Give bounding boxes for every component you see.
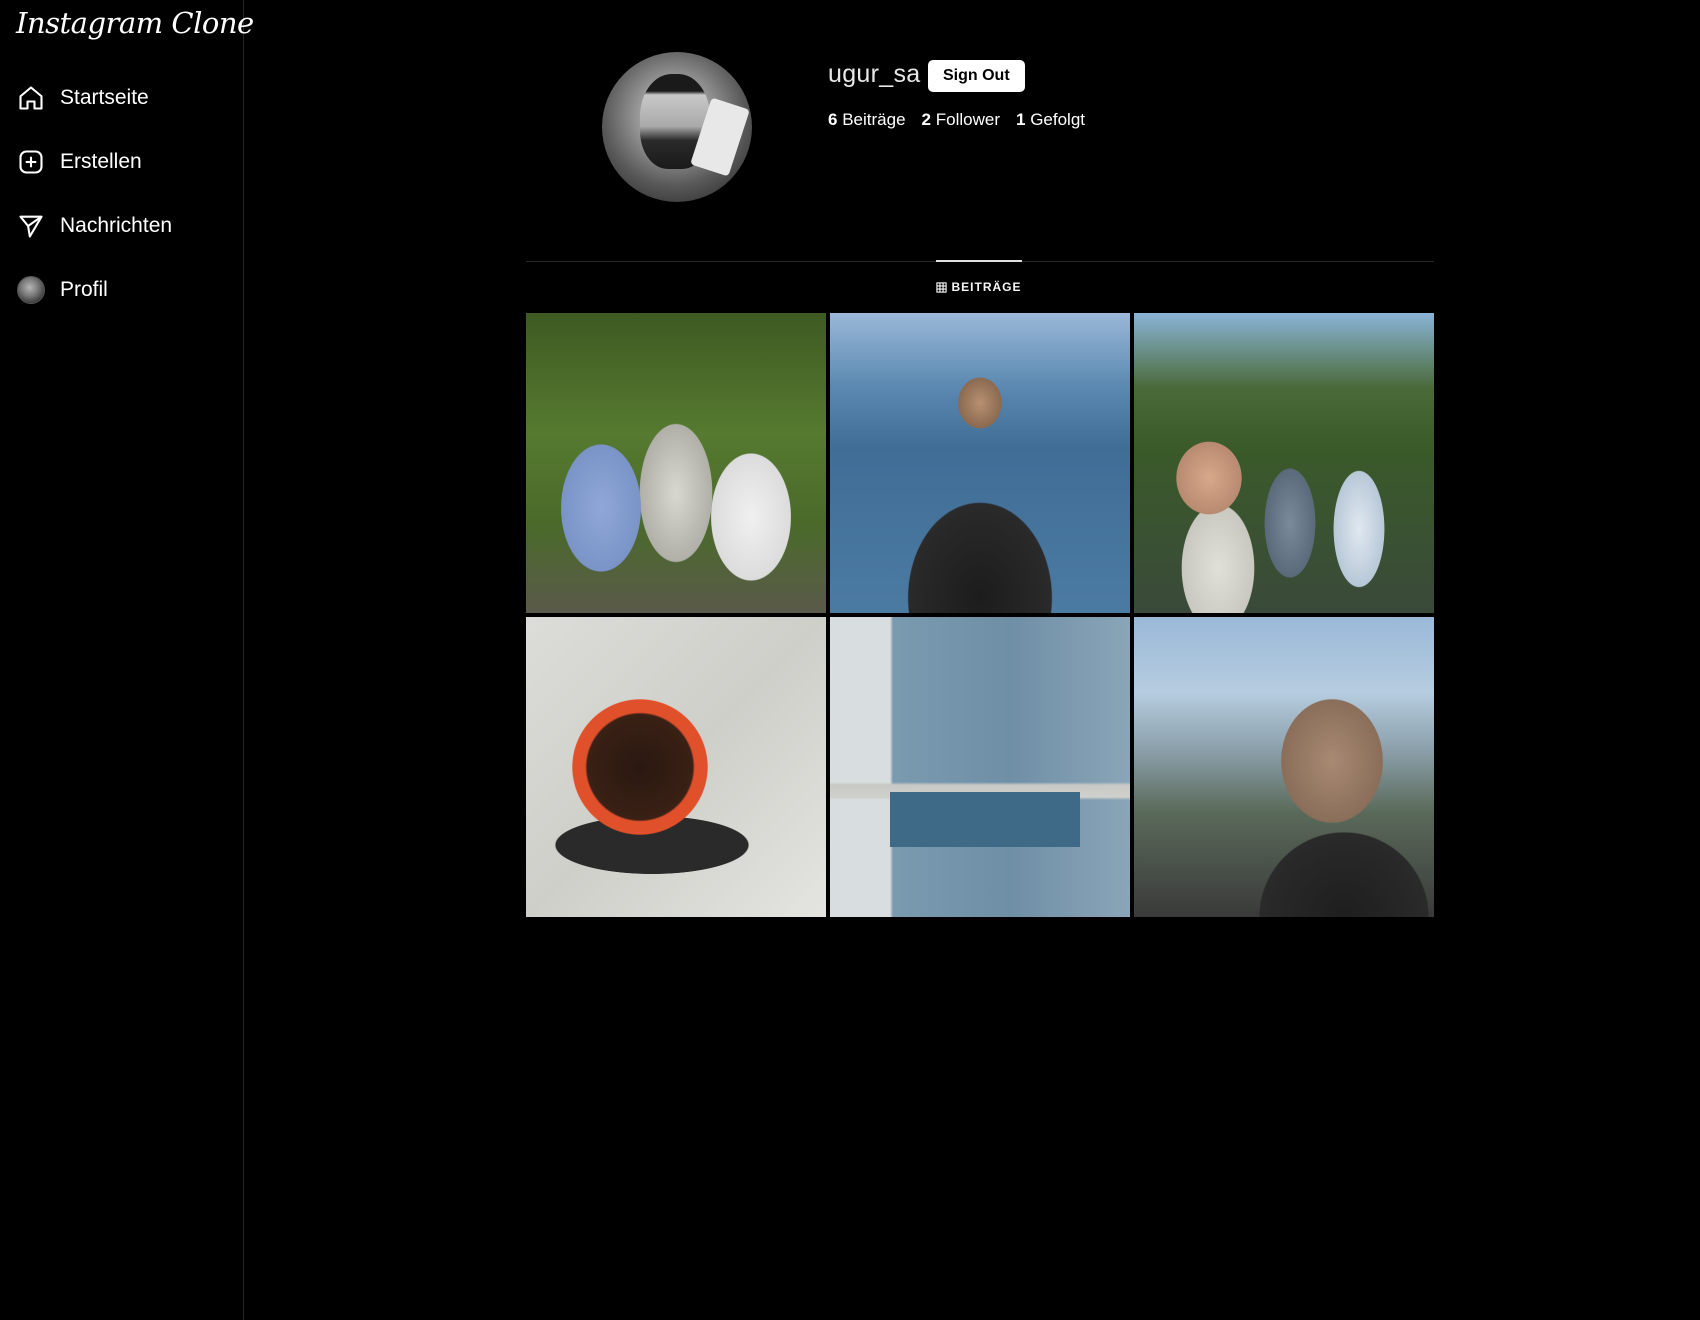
posts-count: 6 (828, 110, 838, 129)
sidebar: Instagram Clone Startseite Erstellen Nac… (0, 0, 254, 1320)
tab-beitraege[interactable]: BEITRÄGE (936, 260, 1022, 312)
followers-count: 2 (921, 110, 931, 129)
post-thumbnail[interactable] (526, 313, 826, 613)
send-icon (19, 215, 43, 238)
following-stat[interactable]: 1 Gefolgt (1016, 110, 1085, 130)
posts-stat: 6 Beiträge (828, 110, 906, 130)
profile-header: ugur_sa Sign Out 6 Beiträge 2 Follower 1… (600, 52, 1440, 212)
plus-square-icon (19, 150, 43, 174)
followers-label: Follower (935, 110, 1000, 129)
posts-label: Beiträge (842, 110, 906, 129)
sidebar-item-label: Nachrichten (60, 214, 173, 237)
sidebar-nav: Startseite Erstellen Nachrichten Profil (0, 66, 244, 322)
followers-stat[interactable]: 2 Follower (922, 110, 1000, 130)
sidebar-item-label: Startseite (60, 86, 149, 109)
tab-label: BEITRÄGE (951, 280, 1022, 294)
profile-avatar[interactable] (602, 52, 752, 202)
sidebar-item-label: Erstellen (60, 150, 142, 173)
following-count: 1 (1015, 110, 1026, 129)
post-thumbnail[interactable] (526, 617, 826, 917)
post-thumbnail[interactable] (830, 617, 1130, 917)
grid-icon (936, 281, 948, 293)
post-thumbnail[interactable] (1134, 313, 1434, 613)
posts-grid (526, 313, 1434, 917)
sidebar-item-label: Profil (60, 278, 108, 301)
sidebar-item-profil[interactable]: Profil (0, 258, 244, 322)
app-logo[interactable]: Instagram Clone (16, 6, 254, 40)
post-thumbnail[interactable] (1134, 617, 1434, 917)
post-thumbnail[interactable] (830, 313, 1130, 613)
sidebar-item-erstellen[interactable]: Erstellen (0, 130, 244, 194)
profile-username: ugur_sa (828, 60, 921, 88)
sidebar-item-nachrichten[interactable]: Nachrichten (0, 194, 244, 258)
sign-out-button[interactable]: Sign Out (928, 60, 1025, 92)
following-label: Gefolgt (1030, 110, 1085, 129)
avatar (17, 276, 45, 304)
profile-stats: 6 Beiträge 2 Follower 1 Gefolgt (828, 110, 1085, 130)
sidebar-item-startseite[interactable]: Startseite (0, 66, 244, 130)
home-icon (19, 86, 43, 110)
